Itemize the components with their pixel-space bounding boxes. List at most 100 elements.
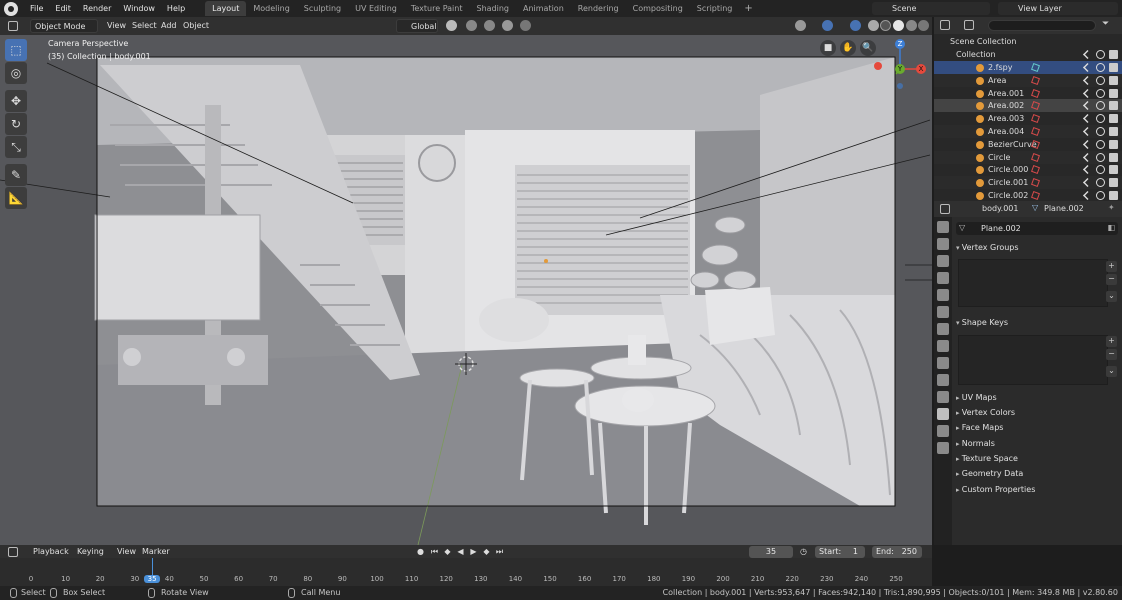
object-data-icon[interactable] (1031, 75, 1040, 85)
object-data-icon[interactable] (1031, 101, 1040, 111)
object-data-icon[interactable] (1031, 178, 1040, 188)
scene-collection-row[interactable]: Scene Collection (934, 35, 1122, 48)
select-toggle-icon[interactable] (1083, 75, 1092, 85)
shading-wireframe-icon[interactable] (880, 20, 891, 31)
render-toggle-icon[interactable] (1109, 88, 1118, 98)
eye-icon[interactable] (1096, 63, 1105, 72)
properties-editor-icon[interactable] (940, 204, 950, 214)
eye-icon[interactable] (1096, 75, 1105, 85)
select-toggle-icon[interactable] (1083, 50, 1092, 59)
render-toggle-icon[interactable] (1109, 178, 1118, 188)
play-reverse-button[interactable]: ◀ (456, 547, 465, 556)
select-toggle-icon[interactable] (1083, 114, 1092, 124)
scene-selector[interactable]: Scene (872, 2, 990, 15)
outliner-row[interactable]: Circle.001 (934, 176, 1122, 190)
add-shape-key-button[interactable]: + (1106, 336, 1117, 347)
shading-rendered-icon[interactable] (918, 20, 929, 31)
texture-space-panel[interactable]: Texture Space (956, 454, 1018, 463)
collection-row[interactable]: Collection (934, 48, 1122, 61)
menu-timeline-view[interactable]: View (114, 545, 139, 558)
physics-tab-icon[interactable] (937, 374, 949, 386)
render-toggle-icon[interactable] (1109, 139, 1118, 149)
eye-icon[interactable] (1096, 152, 1105, 162)
select-toggle-icon[interactable] (1083, 139, 1092, 149)
object-data-icon[interactable] (1031, 152, 1040, 162)
tab-modeling[interactable]: Modeling (246, 1, 296, 16)
mode-selector[interactable]: Object Mode (30, 19, 98, 33)
end-frame-field[interactable]: End: 250 (872, 546, 922, 558)
eye-icon[interactable] (1096, 139, 1105, 149)
rotate-icon[interactable]: ↻ (5, 113, 27, 135)
vertex-colors-panel[interactable]: Vertex Colors (956, 408, 1015, 417)
outliner-editor-icon[interactable] (940, 20, 950, 30)
world-tab-icon[interactable] (937, 306, 949, 318)
measure-icon[interactable]: 📐 (5, 187, 27, 209)
output-tab-icon[interactable] (937, 255, 949, 267)
custom-properties-panel[interactable]: Custom Properties (956, 485, 1036, 494)
shape-keys-list[interactable] (958, 335, 1108, 385)
playhead-line[interactable] (152, 558, 154, 575)
navigation-gizmo[interactable]: Z X Y (888, 38, 928, 93)
filter-icon[interactable]: ⏷ (1102, 19, 1109, 29)
select-box-icon[interactable]: ⬚ (5, 39, 27, 61)
snap-target-icon[interactable] (484, 20, 495, 31)
record-button[interactable]: ● (416, 547, 425, 556)
gizmo-icon[interactable] (822, 20, 833, 31)
visibility-icon[interactable] (795, 20, 806, 31)
pan-hand-icon[interactable]: ✋ (840, 40, 856, 56)
eye-icon[interactable] (1096, 101, 1105, 111)
overlay-icon[interactable] (850, 20, 861, 31)
menu-marker[interactable]: Marker (139, 545, 173, 558)
orientation-selector[interactable]: Global (396, 19, 438, 33)
outliner-row[interactable]: Area (934, 73, 1122, 87)
jump-end-button[interactable]: ⏭ (495, 547, 504, 556)
eye-icon[interactable] (1096, 127, 1105, 136)
add-vertex-group-button[interactable]: + (1106, 261, 1117, 272)
render-tab-icon[interactable] (937, 238, 949, 250)
tab-sculpting[interactable]: Sculpting (297, 1, 348, 16)
axis-y-label[interactable]: Y (895, 64, 905, 74)
object-tab-icon[interactable] (937, 323, 949, 335)
vertex-groups-panel-title[interactable]: Vertex Groups (956, 243, 1019, 252)
proportional-edit-icon[interactable] (502, 20, 513, 31)
tab-animation[interactable]: Animation (516, 1, 571, 16)
select-toggle-icon[interactable] (1083, 165, 1092, 175)
remove-vertex-group-button[interactable]: − (1106, 274, 1117, 285)
axis-x-label[interactable]: X (916, 64, 926, 74)
tool-tab-icon[interactable] (937, 221, 949, 233)
display-mode-icon[interactable] (964, 20, 974, 30)
view-layer-selector[interactable]: View Layer (998, 2, 1118, 15)
menu-keying[interactable]: Keying (74, 545, 107, 558)
annotate-icon[interactable]: ✎ (5, 164, 27, 186)
blender-logo-icon[interactable] (4, 1, 18, 16)
menu-object[interactable]: Object (180, 19, 212, 33)
eye-icon[interactable] (1096, 50, 1105, 59)
jump-keyframe-forward-button[interactable]: ◆ (482, 547, 491, 556)
editor-type-icon[interactable] (8, 21, 18, 31)
texture-tab-icon[interactable] (937, 442, 949, 454)
eye-icon[interactable] (1096, 178, 1105, 188)
object-data-icon[interactable] (1031, 127, 1040, 136)
particles-tab-icon[interactable] (937, 357, 949, 369)
cursor-icon[interactable]: ◎ (5, 62, 27, 84)
select-toggle-icon[interactable] (1083, 191, 1092, 200)
vertex-group-menu-button[interactable]: ⌄ (1106, 291, 1117, 302)
zoom-icon[interactable]: 🔍 (860, 40, 876, 56)
shading-material-icon[interactable] (906, 20, 917, 31)
constraints-tab-icon[interactable] (937, 391, 949, 403)
view-layer-tab-icon[interactable] (937, 272, 949, 284)
render-toggle-icon[interactable] (1109, 191, 1118, 200)
select-toggle-icon[interactable] (1083, 63, 1092, 72)
outliner-row[interactable]: BezierCurve (934, 138, 1122, 151)
play-button[interactable]: ▶ (469, 547, 478, 556)
outliner-row[interactable]: Area.002 (934, 99, 1122, 113)
scene-tab-icon[interactable] (937, 289, 949, 301)
outliner-row[interactable]: Area.003 (934, 112, 1122, 125)
tab-uv-editing[interactable]: UV Editing (348, 1, 404, 16)
modifier-tab-icon[interactable] (937, 340, 949, 352)
timeline-ruler[interactable]: 0 10 20 30 35 40 50 60 70 80 90 100 110 120 130 140 150 1… (0, 558, 932, 586)
shape-keys-panel-title[interactable]: Shape Keys (956, 318, 1008, 327)
render-toggle-icon[interactable] (1109, 127, 1118, 136)
tab-scripting[interactable]: Scripting (690, 1, 740, 16)
outliner-row[interactable]: Circle.000 (934, 163, 1122, 176)
